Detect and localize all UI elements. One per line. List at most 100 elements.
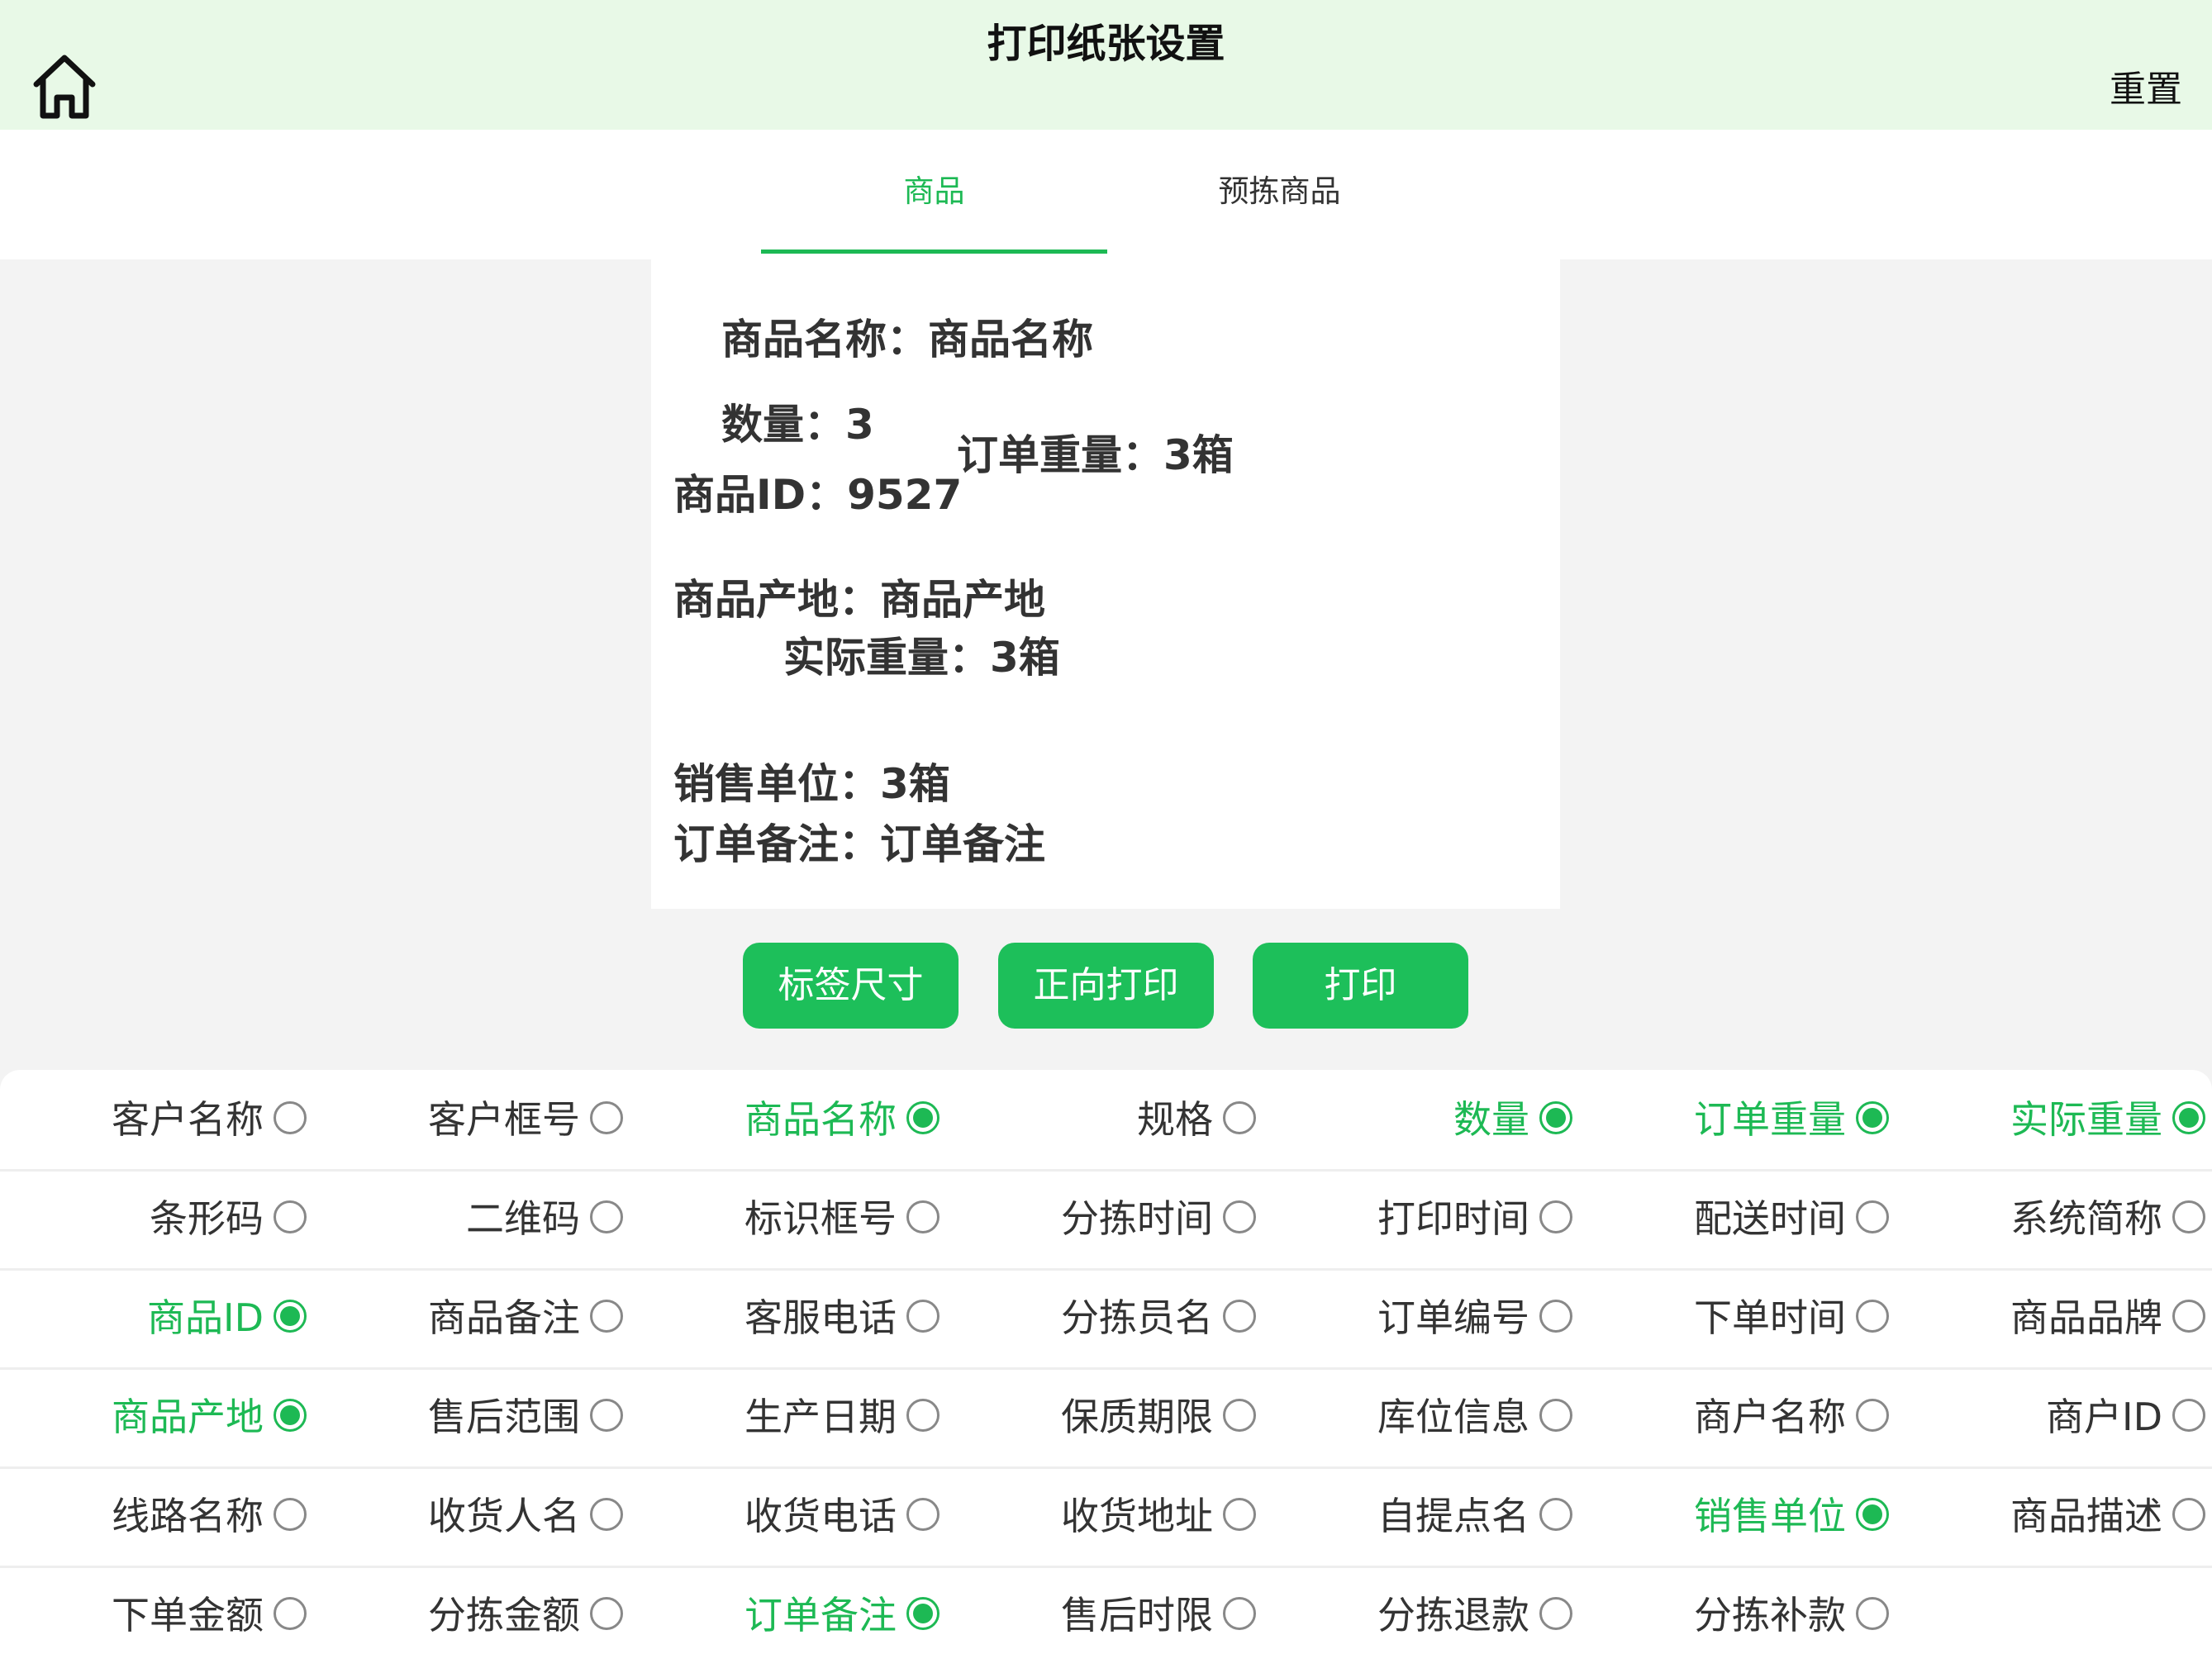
radio-checked-icon[interactable] <box>1856 1498 1889 1531</box>
home-button[interactable] <box>31 51 98 121</box>
radio-unchecked-icon[interactable] <box>1539 1300 1572 1333</box>
field-option[interactable]: 订单备注 <box>633 1566 949 1654</box>
print-button[interactable]: 打印 <box>1253 943 1468 1029</box>
field-option[interactable]: 线路名称 <box>0 1466 316 1566</box>
field-option[interactable]: 保质期限 <box>949 1367 1266 1466</box>
radio-unchecked-icon[interactable] <box>1223 1498 1256 1531</box>
field-option[interactable]: 分拣补款 <box>1582 1566 1899 1654</box>
field-option[interactable]: 自提点名 <box>1266 1466 1582 1566</box>
radio-unchecked-icon[interactable] <box>906 1498 940 1531</box>
label-preview: 商品名称：商品名称 数量：3 订单重量：3箱 商品ID：9527 商品产地：商品… <box>651 259 1560 909</box>
radio-unchecked-icon[interactable] <box>1539 1399 1572 1432</box>
field-option[interactable]: 分拣金额 <box>316 1566 633 1654</box>
field-option-label: 数量 <box>1453 1097 1529 1142</box>
radio-unchecked-icon[interactable] <box>590 1101 623 1134</box>
field-option[interactable]: 下单金额 <box>0 1566 316 1654</box>
radio-unchecked-icon[interactable] <box>1223 1399 1256 1432</box>
field-option[interactable]: 打印时间 <box>1266 1169 1582 1268</box>
forward-print-button[interactable]: 正向打印 <box>998 943 1214 1029</box>
radio-unchecked-icon[interactable] <box>590 1399 623 1432</box>
radio-unchecked-icon[interactable] <box>2172 1498 2205 1531</box>
label-size-button[interactable]: 标签尺寸 <box>743 943 959 1029</box>
field-option[interactable]: 商品备注 <box>316 1268 633 1367</box>
radio-unchecked-icon[interactable] <box>906 1300 940 1333</box>
field-option[interactable]: 系统简称 <box>1899 1169 2212 1268</box>
tab-products[interactable]: 商品 <box>761 130 1107 254</box>
field-option[interactable]: 客服电话 <box>633 1268 949 1367</box>
radio-unchecked-icon[interactable] <box>274 1101 307 1134</box>
field-option[interactable]: 商品品牌 <box>1899 1268 2212 1367</box>
radio-unchecked-icon[interactable] <box>590 1498 623 1531</box>
field-option[interactable]: 客户名称 <box>0 1070 316 1169</box>
radio-unchecked-icon[interactable] <box>590 1200 623 1233</box>
radio-unchecked-icon[interactable] <box>274 1200 307 1233</box>
radio-unchecked-icon[interactable] <box>2172 1399 2205 1432</box>
field-option[interactable]: 标识框号 <box>633 1169 949 1268</box>
radio-unchecked-icon[interactable] <box>1223 1101 1256 1134</box>
radio-checked-icon[interactable] <box>274 1300 307 1333</box>
field-option[interactable]: 下单时间 <box>1582 1268 1899 1367</box>
radio-checked-icon[interactable] <box>906 1597 940 1630</box>
field-option-label: 收货人名 <box>428 1494 580 1538</box>
radio-unchecked-icon[interactable] <box>1539 1498 1572 1531</box>
radio-unchecked-icon[interactable] <box>906 1200 940 1233</box>
radio-unchecked-icon[interactable] <box>274 1498 307 1531</box>
field-option[interactable]: 售后时限 <box>949 1566 1266 1654</box>
field-option[interactable]: 订单重量 <box>1582 1070 1899 1169</box>
field-option-label: 二维码 <box>466 1196 580 1241</box>
field-option[interactable]: 商品产地 <box>0 1367 316 1466</box>
field-option[interactable]: 收货人名 <box>316 1466 633 1566</box>
field-option[interactable]: 分拣员名 <box>949 1268 1266 1367</box>
radio-checked-icon[interactable] <box>1539 1101 1572 1134</box>
options-row: 条形码 二维码 标识框号 分拣时间 打印时间 配送时间 系统简称 <box>0 1169 2212 1271</box>
field-option[interactable]: 商户ID <box>1899 1367 2212 1466</box>
field-option[interactable]: 商户名称 <box>1582 1367 1899 1466</box>
tab-prepicked-products[interactable]: 预拣商品 <box>1106 130 1453 254</box>
radio-unchecked-icon[interactable] <box>274 1597 307 1630</box>
field-option[interactable]: 分拣时间 <box>949 1169 1266 1268</box>
field-option[interactable]: 商品ID <box>0 1268 316 1367</box>
field-option-label: 系统简称 <box>2010 1196 2162 1241</box>
field-option[interactable]: 库位信息 <box>1266 1367 1582 1466</box>
radio-unchecked-icon[interactable] <box>590 1597 623 1630</box>
radio-unchecked-icon[interactable] <box>2172 1300 2205 1333</box>
radio-checked-icon[interactable] <box>2172 1101 2205 1134</box>
field-option[interactable]: 客户框号 <box>316 1070 633 1169</box>
field-option-label: 打印时间 <box>1377 1196 1529 1241</box>
radio-unchecked-icon[interactable] <box>1539 1597 1572 1630</box>
field-option[interactable]: 收货电话 <box>633 1466 949 1566</box>
field-option[interactable]: 售后范围 <box>316 1367 633 1466</box>
field-option[interactable]: 销售单位 <box>1582 1466 1899 1566</box>
radio-unchecked-icon[interactable] <box>1223 1300 1256 1333</box>
field-option[interactable]: 生产日期 <box>633 1367 949 1466</box>
field-option-label: 订单重量 <box>1694 1097 1846 1142</box>
field-option-label: 商户名称 <box>1694 1395 1846 1439</box>
radio-checked-icon[interactable] <box>274 1399 307 1432</box>
radio-checked-icon[interactable] <box>906 1101 940 1134</box>
field-option[interactable]: 分拣退款 <box>1266 1566 1582 1654</box>
radio-unchecked-icon[interactable] <box>2172 1200 2205 1233</box>
field-option[interactable]: 收货地址 <box>949 1466 1266 1566</box>
tab-bar: 商品 预拣商品 <box>0 130 2212 259</box>
radio-unchecked-icon[interactable] <box>590 1300 623 1333</box>
radio-unchecked-icon[interactable] <box>1856 1597 1889 1630</box>
field-option[interactable]: 商品名称 <box>633 1070 949 1169</box>
field-option[interactable]: 规格 <box>949 1070 1266 1169</box>
radio-unchecked-icon[interactable] <box>906 1399 940 1432</box>
radio-unchecked-icon[interactable] <box>1539 1200 1572 1233</box>
radio-unchecked-icon[interactable] <box>1223 1200 1256 1233</box>
field-option[interactable]: 二维码 <box>316 1169 633 1268</box>
radio-unchecked-icon[interactable] <box>1856 1300 1889 1333</box>
reset-button[interactable]: 重置 <box>2110 59 2182 112</box>
radio-unchecked-icon[interactable] <box>1856 1399 1889 1432</box>
field-option[interactable]: 数量 <box>1266 1070 1582 1169</box>
field-option[interactable]: 实际重量 <box>1899 1070 2212 1169</box>
radio-checked-icon[interactable] <box>1856 1101 1889 1134</box>
radio-unchecked-icon[interactable] <box>1223 1597 1256 1630</box>
field-option[interactable]: 商品描述 <box>1899 1466 2212 1566</box>
field-option[interactable]: 条形码 <box>0 1169 316 1268</box>
radio-unchecked-icon[interactable] <box>1856 1200 1889 1233</box>
field-option[interactable]: 订单编号 <box>1266 1268 1582 1367</box>
field-option[interactable]: 配送时间 <box>1582 1169 1899 1268</box>
field-option-label: 库位信息 <box>1377 1395 1529 1439</box>
